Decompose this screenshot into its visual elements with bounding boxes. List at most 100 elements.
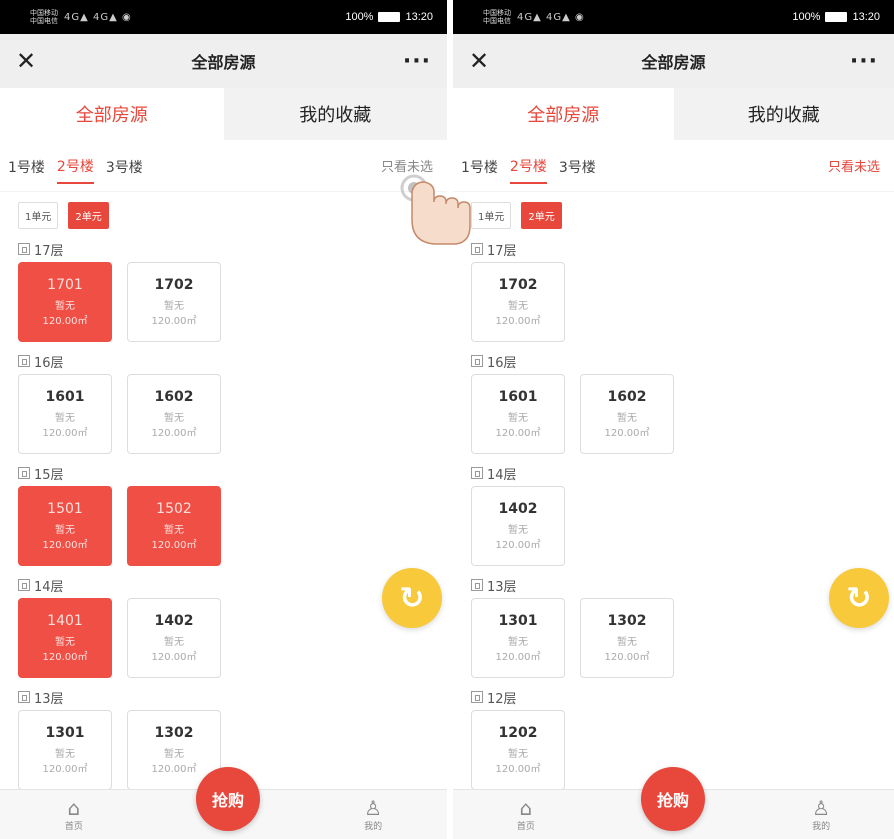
floor-label-text: 16层 [487,355,517,371]
building-icon [18,355,30,367]
floor-label: 17层 [18,238,447,260]
room-number: 1202 [498,725,538,741]
room-card[interactable]: 1701 暂无 120.00㎡ [18,262,112,342]
building-tab-3[interactable]: 3号楼 [559,149,596,183]
battery-icon [378,12,401,22]
room-status: 暂无 [55,301,75,312]
tab-my-favorites[interactable]: 我的收藏 [223,88,447,140]
room-area: 120.00㎡ [151,764,197,775]
building-tab-1[interactable]: 1号楼 [8,149,45,183]
room-area: 120.00㎡ [42,316,88,327]
room-card[interactable]: 1202 暂无 120.00㎡ [471,710,565,790]
room-area: 120.00㎡ [495,316,541,327]
segment-tabs: 全部房源 我的收藏 [453,88,894,140]
room-row: 1701 暂无 120.00㎡ 1702 暂无 120.00㎡ [18,262,447,342]
building-tab-3[interactable]: 3号楼 [106,149,143,183]
carrier-1: 中国移动 [30,9,58,17]
floor-label: 13层 [18,686,447,708]
room-number: 1302 [607,613,647,629]
floor-label-text: 17层 [487,243,517,259]
battery-icon [825,12,848,22]
bottom-tab-home[interactable]: ⌂ 首页 [44,797,104,832]
building-icon [18,579,30,591]
bottom-tab-mine[interactable]: ♙ 我的 [791,797,851,832]
room-status: 暂无 [508,749,528,760]
room-number: 1402 [154,613,194,629]
room-card[interactable]: 1601 暂无 120.00㎡ [18,374,112,454]
refresh-button[interactable]: ↻ [829,568,889,628]
room-card[interactable]: 1601 暂无 120.00㎡ [471,374,565,454]
room-area: 120.00㎡ [604,652,650,663]
tab-all-listings[interactable]: 全部房源 [0,88,224,140]
room-number: 1702 [498,277,538,293]
room-area: 120.00㎡ [604,428,650,439]
room-number: 1301 [45,725,85,741]
building-tab-2[interactable]: 2号楼 [56,148,94,184]
floor-label: 16层 [471,350,894,372]
unit-chips: 1单元 2单元 [0,192,447,238]
building-icon [18,467,30,479]
building-tab-2[interactable]: 2号楼 [509,148,547,184]
room-number: 1702 [154,277,194,293]
more-icon[interactable]: ··· [838,49,878,74]
signal-icon: 4G▲ 4G▲ ◉ [517,11,585,23]
nav-bar: ✕ 全部房源 ··· [0,34,447,88]
room-card[interactable]: 1301 暂无 120.00㎡ [18,710,112,790]
close-icon[interactable]: ✕ [469,47,509,75]
carrier-1: 中国移动 [483,9,511,17]
tab-all-listings[interactable]: 全部房源 [453,88,674,140]
room-area: 120.00㎡ [42,428,88,439]
floor-label-text: 13层 [487,579,517,595]
room-number: 1401 [47,613,83,629]
carrier-info: 中国移动 中国电信 [30,9,58,25]
room-number: 1602 [154,389,194,405]
room-card[interactable]: 1502 暂无 120.00㎡ [127,486,221,566]
floor-label-text: 16层 [34,355,64,371]
room-card[interactable]: 1702 暂无 120.00㎡ [127,262,221,342]
building-tabs: 1号楼 2号楼 3号楼 只看未选 [453,140,894,192]
bottom-tab-home[interactable]: ⌂ 首页 [496,797,556,832]
close-icon[interactable]: ✕ [16,47,56,75]
floor-label-text: 15层 [34,467,64,483]
room-status: 暂无 [55,749,75,760]
room-row: 1601 暂无 120.00㎡ 1602 暂无 120.00㎡ [471,374,894,454]
room-card[interactable]: 1402 暂无 120.00㎡ [471,486,565,566]
room-status: 暂无 [617,637,637,648]
floor-label-text: 17层 [34,243,64,259]
room-card[interactable]: 1602 暂无 120.00㎡ [127,374,221,454]
unit-chip-2[interactable]: 2单元 [521,201,562,229]
grab-button[interactable]: 抢购 [641,767,705,831]
room-card[interactable]: 1702 暂无 120.00㎡ [471,262,565,342]
refresh-icon: ↻ [399,580,425,616]
room-card[interactable]: 1602 暂无 120.00㎡ [580,374,674,454]
room-status: 暂无 [508,525,528,536]
room-card[interactable]: 1402 暂无 120.00㎡ [127,598,221,678]
status-bar: 中国移动 中国电信 4G▲ 4G▲ ◉ 100% 13:20 [0,0,447,34]
carrier-2: 中国电信 [30,17,58,25]
building-icon [471,355,483,367]
room-row: 1601 暂无 120.00㎡ 1602 暂无 120.00㎡ [18,374,447,454]
floor-label: 15层 [18,462,447,484]
grab-button[interactable]: 抢购 [196,767,260,831]
room-area: 120.00㎡ [495,428,541,439]
room-area: 120.00㎡ [151,428,197,439]
bottom-tab-mine-label: 我的 [812,822,831,832]
unit-chip-2[interactable]: 2单元 [68,201,109,229]
more-icon[interactable]: ··· [391,49,431,74]
only-unselected-filter[interactable]: 只看未选 [828,156,880,175]
floor-list: 17层 1702 暂无 120.00㎡ 16层 1601 暂无 120.00㎡ 1602… [453,238,894,790]
room-area: 120.00㎡ [151,540,197,551]
tab-my-favorites[interactable]: 我的收藏 [673,88,894,140]
unit-chip-1[interactable]: 1单元 [18,201,59,229]
room-status: 暂无 [55,413,75,424]
room-number: 1701 [47,277,83,293]
room-area: 120.00㎡ [495,764,541,775]
room-card[interactable]: 1501 暂无 120.00㎡ [18,486,112,566]
floor-label: 16层 [18,350,447,372]
bottom-tab-mine[interactable]: ♙ 我的 [343,797,403,832]
room-card[interactable]: 1401 暂无 120.00㎡ [18,598,112,678]
room-status: 暂无 [164,301,184,312]
room-card[interactable]: 1301 暂无 120.00㎡ [471,598,565,678]
refresh-button[interactable]: ↻ [382,568,442,628]
room-card[interactable]: 1302 暂无 120.00㎡ [580,598,674,678]
